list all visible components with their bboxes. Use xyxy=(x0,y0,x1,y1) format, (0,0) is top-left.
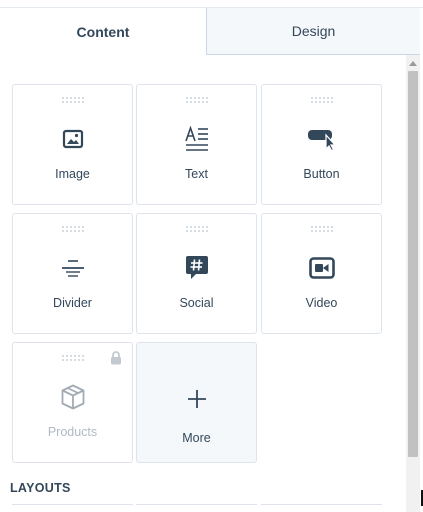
module-label: Products xyxy=(47,425,98,439)
modules-panel: Image Text Button Divider Social Video P… xyxy=(0,55,406,512)
drag-handle-icon[interactable] xyxy=(185,226,208,232)
top-strip xyxy=(0,0,423,8)
module-card-social[interactable]: Social xyxy=(136,213,257,334)
module-label: Video xyxy=(305,296,338,310)
scrollbar[interactable] xyxy=(406,55,420,512)
social-hashtag-icon xyxy=(137,254,256,282)
scroll-thumb[interactable] xyxy=(408,71,418,457)
more-modules-button[interactable]: More xyxy=(136,342,257,463)
lock-icon xyxy=(110,351,122,365)
tab-design[interactable]: Design xyxy=(207,8,420,55)
module-card-products[interactable]: Products xyxy=(12,342,133,463)
module-card-divider[interactable]: Divider xyxy=(12,213,133,334)
drag-handle-icon[interactable] xyxy=(310,97,333,103)
video-icon xyxy=(262,254,381,282)
divider-icon xyxy=(13,254,132,282)
box-icon xyxy=(13,383,132,411)
drag-handle-icon[interactable] xyxy=(61,97,84,103)
layout-card-stub[interactable] xyxy=(261,504,382,512)
drag-handle-icon[interactable] xyxy=(61,226,84,232)
module-label: Button xyxy=(303,167,340,181)
layout-card-stub[interactable] xyxy=(136,504,257,512)
module-card-button[interactable]: Button xyxy=(261,84,382,205)
module-card-text[interactable]: Text xyxy=(136,84,257,205)
plus-icon xyxy=(137,385,256,413)
module-label: Image xyxy=(55,167,90,181)
button-cursor-icon xyxy=(262,125,381,153)
tab-content[interactable]: Content xyxy=(0,8,207,55)
layouts-section-title: LAYOUTS xyxy=(10,481,71,495)
layout-card-stub[interactable] xyxy=(12,504,133,512)
module-label: Divider xyxy=(53,296,92,310)
drag-handle-icon[interactable] xyxy=(310,226,333,232)
module-label: Social xyxy=(179,296,214,310)
drag-handle-icon xyxy=(61,355,84,361)
drag-handle-icon[interactable] xyxy=(185,97,208,103)
tab-bar: Content Design xyxy=(0,8,420,55)
scroll-up-arrow-icon[interactable] xyxy=(409,61,417,66)
module-card-image[interactable]: Image xyxy=(12,84,133,205)
module-label: More xyxy=(182,431,211,445)
module-label: Text xyxy=(185,167,208,181)
image-icon xyxy=(13,125,132,153)
text-icon xyxy=(137,125,256,153)
module-card-video[interactable]: Video xyxy=(261,213,382,334)
